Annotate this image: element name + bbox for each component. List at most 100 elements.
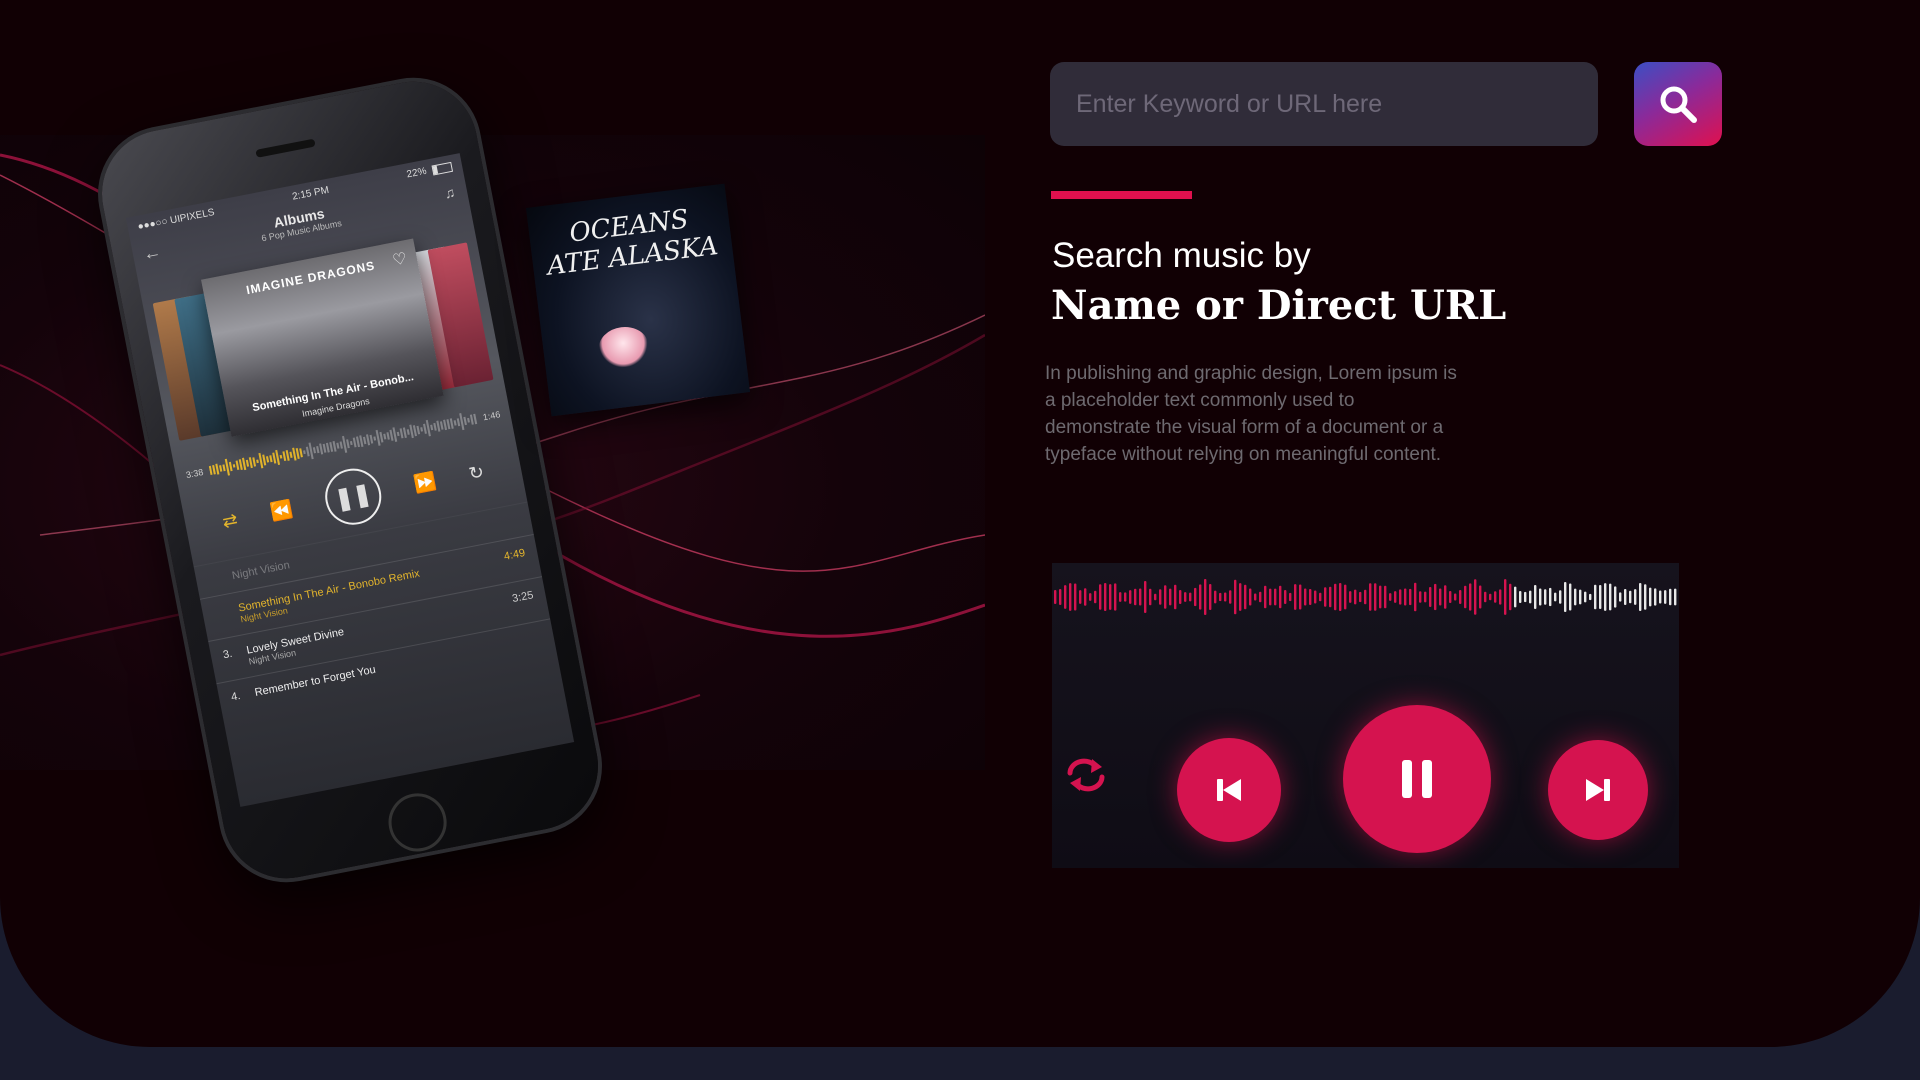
waveform-bar	[271, 452, 276, 464]
waveform-bar	[218, 465, 222, 472]
fast-forward-icon[interactable]: ⏩	[412, 470, 438, 495]
section-headline: Name or Direct URL	[1051, 282, 1507, 329]
pause-icon	[1402, 760, 1432, 798]
waveform-bar	[305, 446, 310, 457]
waveform-bar	[1179, 589, 1182, 605]
waveform-bar	[1089, 593, 1092, 601]
waveform-bar	[1224, 592, 1227, 602]
waveform-bar	[399, 428, 404, 439]
player-waveform[interactable]	[1052, 563, 1679, 643]
waveform-bar	[1284, 590, 1287, 604]
waveform-bar	[1484, 591, 1487, 603]
waveform-bar	[402, 427, 407, 439]
pause-button[interactable]: ❚❚	[320, 463, 387, 530]
waveform-bar	[362, 436, 366, 445]
battery-status: 22%	[406, 161, 453, 180]
waveform-bar	[1149, 588, 1152, 606]
waveform-bar	[1574, 588, 1577, 606]
waveform-bar	[396, 431, 400, 437]
waveform-bar	[1279, 585, 1282, 609]
waveform-bar	[1599, 584, 1602, 610]
waveform-bar	[442, 419, 447, 431]
waveform-bar	[1639, 583, 1642, 611]
album-cover-current[interactable]: IMAGINE DRAGONS ♡ Something In The Air -…	[201, 238, 444, 437]
waveform-bar	[238, 459, 243, 471]
waveform-bar	[1464, 585, 1467, 609]
waveform-bar	[1084, 588, 1087, 606]
waveform-bar	[1409, 588, 1412, 606]
repeat-icon[interactable]	[1062, 751, 1110, 799]
floating-album-cover: OCEANS ATE ALASKA	[525, 183, 751, 417]
waveform-bar	[1619, 592, 1622, 602]
accent-divider	[1051, 191, 1192, 199]
waveform-bar	[1349, 591, 1352, 603]
waveform-bar	[1344, 584, 1347, 610]
waveform-bar	[214, 463, 219, 475]
waveform-bar	[1094, 590, 1097, 604]
waveform-bar	[1314, 590, 1317, 604]
waveform-bar	[1414, 582, 1417, 612]
waveform-bar	[1169, 588, 1172, 606]
waveform-bar	[255, 459, 259, 464]
waveform-bar	[1189, 592, 1192, 602]
waveform-bar	[248, 457, 253, 469]
waveform-bar	[1374, 583, 1377, 611]
waveform-bar	[1334, 583, 1337, 611]
waveform-bar	[1219, 592, 1222, 602]
waveform-bar	[1394, 591, 1397, 603]
waveform-bar	[1079, 590, 1082, 604]
previous-button[interactable]	[1177, 738, 1281, 842]
next-button[interactable]	[1548, 740, 1648, 840]
waveform-bar	[1064, 585, 1067, 609]
waveform-bar	[1209, 584, 1212, 610]
waveform-bar	[412, 425, 417, 437]
waveform-bar	[1164, 585, 1167, 609]
waveform-bar	[1069, 583, 1072, 611]
waveform-bar	[425, 419, 431, 437]
waveform-bar	[1299, 584, 1302, 610]
shuffle-icon[interactable]: ⇄	[221, 509, 240, 532]
waveform-bar	[1579, 589, 1582, 605]
waveform-bar	[1454, 593, 1457, 601]
waveform-bar	[1439, 588, 1442, 606]
waveform-bar	[211, 465, 216, 475]
search-input[interactable]	[1050, 62, 1598, 146]
waveform-bar	[318, 443, 323, 455]
back-arrow-icon[interactable]: ←	[141, 241, 163, 265]
waveform-bar	[281, 451, 286, 462]
repeat-icon[interactable]: ↻	[467, 461, 486, 484]
waveform-bar	[1294, 584, 1297, 610]
waveform-bar	[1074, 583, 1077, 611]
waveform-bar	[328, 442, 333, 453]
waveform-bar	[285, 450, 290, 461]
waveform-bar	[1109, 584, 1112, 610]
waveform-bar	[308, 442, 314, 460]
waveform-bar	[245, 459, 249, 467]
waveform-bar	[1529, 590, 1532, 604]
waveform-bar	[1634, 589, 1637, 605]
waveform-bar	[382, 433, 386, 440]
rewind-icon[interactable]: ⏪	[269, 498, 295, 523]
waveform-bar	[1629, 590, 1632, 604]
waveform-bar	[1369, 583, 1372, 611]
pause-button-large[interactable]	[1343, 705, 1491, 853]
waveform-bar	[322, 443, 326, 453]
waveform-bar	[429, 424, 433, 431]
waveform-bar	[268, 455, 273, 463]
waveform-bar	[466, 417, 470, 423]
waveform-bar	[1534, 585, 1537, 609]
search-button[interactable]	[1634, 62, 1722, 146]
waveform-bar	[439, 421, 444, 430]
remaining-time: 1:46	[482, 409, 502, 423]
waveform-bar	[1274, 588, 1277, 606]
search-icon	[1660, 86, 1697, 123]
waveform-bar	[1584, 591, 1587, 603]
section-description: In publishing and graphic design, Lorem …	[1045, 363, 1457, 465]
waveform-bar	[1254, 593, 1257, 601]
waveform-bar	[1514, 586, 1517, 608]
waveform-bar	[416, 425, 420, 435]
waveform-bar	[1539, 588, 1542, 606]
waveform-bar	[1234, 579, 1237, 615]
waveform-bar	[1429, 586, 1432, 608]
home-button	[383, 788, 452, 857]
